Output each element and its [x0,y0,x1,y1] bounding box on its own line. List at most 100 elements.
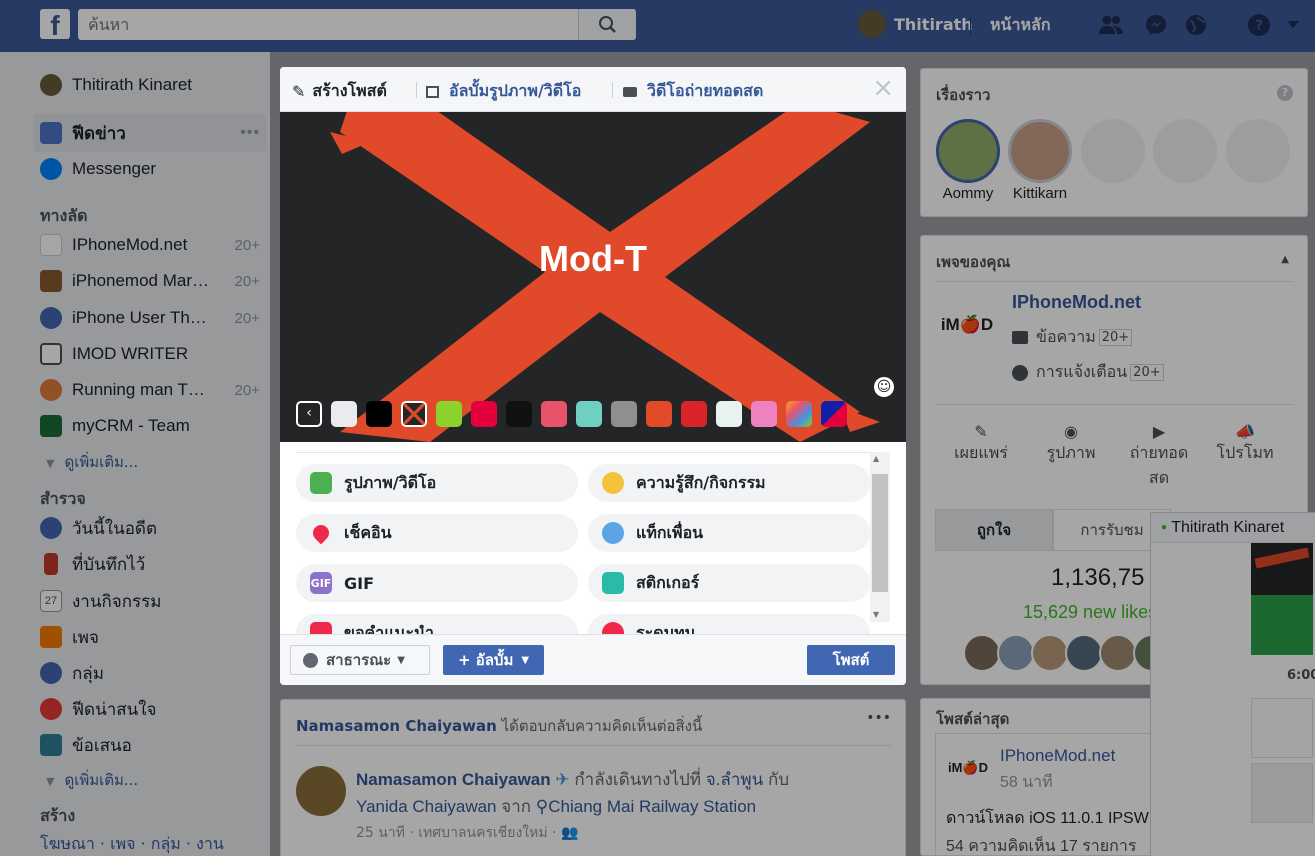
story-avatar[interactable] [1008,119,1072,183]
avatar[interactable] [997,634,1035,672]
sidebar-profile[interactable]: Thitirath Kinaret [40,71,260,99]
post-button[interactable]: โพสต์ [807,645,895,675]
actor-link[interactable]: Namasamon Chaiyawan [296,717,497,735]
tab-likes[interactable]: ถูกใจ [935,509,1053,551]
sidebar-item-groups[interactable]: กลุ่ม [40,659,260,687]
sidebar-item-shortcut[interactable]: IPhoneMod.net 20+ [40,231,260,259]
explore-heading: สำรวจ [40,489,86,508]
chat-image[interactable] [1251,763,1313,823]
post-composer[interactable]: Mod-T ☺ ‹ [280,112,906,442]
promote-button[interactable]: 📣 โปรโมท [1203,422,1287,466]
emoji-icon[interactable]: ☺ [874,377,894,397]
create-links[interactable]: โฆษณา · เพจ · กลุ่ม · งาน [40,832,224,856]
sidebar-item-shortcut[interactable]: Running man T… 20+ [40,376,260,404]
sidebar-item-pages[interactable]: เพจ [40,623,260,651]
chat-image[interactable] [1251,595,1313,655]
post-text[interactable]: Mod-T [280,238,906,280]
option-recommendation[interactable]: ขอคำแนะนำ [296,614,578,634]
tab-photo-album[interactable]: อัลบั้มรูปภาพ/วิดีโอ [426,79,581,104]
collapse-icon[interactable]: ▲ [1281,254,1289,265]
page-notifications-link[interactable]: การแจ้งเตือน 20+ [1012,360,1164,385]
background-swatch[interactable] [821,401,847,427]
avatar[interactable] [296,766,346,816]
option-check-in[interactable]: เช็คอิน [296,514,578,552]
chevron-left-icon[interactable]: ‹ [296,401,322,427]
option-label: สติกเกอร์ [636,572,700,592]
sidebar-item-messenger[interactable]: Messenger [40,155,260,183]
sidebar-item-offers[interactable]: ข้อเสนอ [40,731,260,759]
background-swatch[interactable] [611,401,637,427]
option-tag-friends[interactable]: แท็กเพื่อน [588,514,870,552]
avatar[interactable] [1099,634,1137,672]
sidebar-item-memories[interactable]: วันนี้ในอดีต [40,514,260,542]
privacy-selector[interactable]: สาธารณะ ▼ [290,645,430,675]
story-placeholder [1226,119,1290,183]
chat-image[interactable] [1251,543,1313,601]
scrollbar-thumb[interactable] [872,474,888,592]
sidebar-item-shortcut[interactable]: myCRM - Team [40,412,260,440]
background-swatch[interactable] [681,401,707,427]
live-button[interactable]: ▶ ถ่ายทอดสด [1121,422,1197,491]
sidebar-item-pages-feed[interactable]: ฟีดน่าสนใจ [40,695,260,723]
sidebar-item-shortcut[interactable]: IMOD WRITER [40,340,260,368]
destination-link[interactable]: จ.ลำพูน [706,770,763,789]
background-swatch[interactable] [576,401,602,427]
page-messages-link[interactable]: ข้อความ 20+ [1012,325,1133,350]
tab-live-video[interactable]: วิดีโอถ่ายทอดสด [623,79,763,104]
add-album-button[interactable]: + อัลบั้ม ▼ [443,645,544,675]
see-more-link[interactable]: ▼ ดูเพิ่มเติม... [46,768,138,792]
background-swatch[interactable] [646,401,672,427]
background-swatch[interactable] [751,401,777,427]
page-logo[interactable]: iM🍎D [936,294,998,356]
background-swatch[interactable] [331,401,357,427]
photo-button[interactable]: ◉ รูปภาพ [1039,422,1103,466]
help-icon[interactable]: ? [1277,85,1293,101]
sidebar-item-shortcut[interactable]: iPhone User Th… 20+ [40,304,260,332]
scroll-up-icon[interactable]: ▲ [873,454,879,463]
story-placeholder [1153,119,1217,183]
sidebar-item-saved[interactable]: ที่บันทึกไว้ [40,550,260,578]
timestamp-text[interactable]: 25 นาที · เทศบาลนครเชียงใหม่ · [356,825,556,841]
place-link[interactable]: Chiang Mai Railway Station [548,797,756,816]
background-swatch[interactable] [436,401,462,427]
background-swatch[interactable] [541,401,567,427]
companion-link[interactable]: Yanida Chaiyawan [356,797,497,816]
story-name[interactable]: Kittikarn [1003,185,1077,202]
sidebar-item-label: ที่บันทึกไว้ [72,554,146,574]
avatar[interactable] [1065,634,1103,672]
option-gif[interactable]: GIF GIF [296,564,578,602]
background-swatch[interactable] [716,401,742,427]
more-icon[interactable]: ••• [240,124,260,142]
background-swatch[interactable] [366,401,392,427]
publish-button[interactable]: ✎ เผยแพร่ [951,422,1011,466]
story-menu-button[interactable]: ••• [866,710,891,726]
page-name-link[interactable]: IPhoneMod.net [1000,746,1115,766]
chat-header[interactable]: ● Thitirath Kinaret [1151,513,1315,543]
see-more-link[interactable]: ▼ ดูเพิ่มเติม... [46,450,138,474]
scroll-down-icon[interactable]: ▼ [873,610,879,619]
sidebar-item-shortcut[interactable]: iPhonemod Mar… 20+ [40,267,260,295]
close-button[interactable]: × [872,73,894,103]
scrollbar[interactable]: ▲ ▼ [870,452,890,622]
clock-icon [40,517,62,539]
sidebar-item-events[interactable]: 27 งานกิจกรรม [40,587,260,615]
chat-image[interactable] [1251,698,1313,758]
recent-posts-heading: โพสต์ล่าสุด [936,710,1010,728]
avatar[interactable] [1031,634,1069,672]
tab-create-post[interactable]: ✎ สร้างโพสต์ [292,79,387,104]
option-photo-video[interactable]: รูปภาพ/วิดีโอ [296,464,578,502]
story-avatar[interactable] [936,119,1000,183]
page-name-link[interactable]: IPhoneMod.net [1012,292,1141,313]
background-swatch[interactable] [786,401,812,427]
option-fundraiser[interactable]: ระดมทุน [588,614,870,634]
story-name[interactable]: Aommy [936,185,1000,202]
option-sticker[interactable]: สติกเกอร์ [588,564,870,602]
background-swatch[interactable] [401,401,427,427]
sidebar-item-label: ฟีดน่าสนใจ [72,699,157,719]
avatar[interactable] [963,634,1001,672]
background-swatch[interactable] [471,401,497,427]
author-link[interactable]: Namasamon Chaiyawan [356,770,551,789]
option-feeling-activity[interactable]: ความรู้สึก/กิจกรรม [588,464,870,502]
background-swatch[interactable] [506,401,532,427]
sidebar-item-newsfeed[interactable]: ฟีดข่าว ••• [40,119,260,147]
